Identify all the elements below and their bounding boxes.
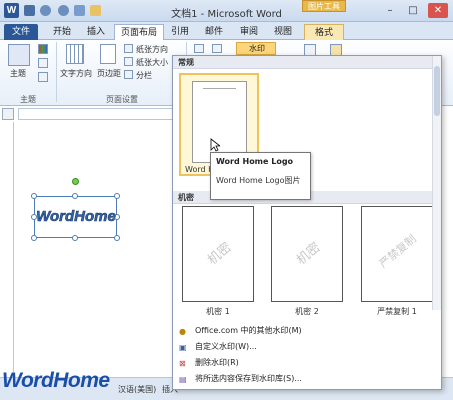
tab-home[interactable]: 开始 [46, 24, 78, 40]
save-to-gallery-menu-item[interactable]: ▤ 将所选内容保存到水印库(S)... [173, 372, 441, 386]
watermark-thumb-confidential-1[interactable]: 机密 [182, 206, 254, 302]
watermark-tooltip: Word Home Logo Word Home Logo图片 [210, 152, 311, 200]
tooltip-title: Word Home Logo [216, 157, 294, 166]
save-to-gallery-icon: ▤ [179, 375, 187, 384]
watermark-preview-text: 严禁复制 [376, 232, 419, 271]
tooltip-body: Word Home Logo图片 [216, 176, 301, 185]
resize-handle[interactable] [114, 193, 120, 199]
thumb-caption: 机密 1 [206, 307, 230, 316]
menu-item-label: 将所选内容保存到水印库(S)... [195, 374, 302, 383]
section-general-header: 常规 [173, 56, 441, 69]
more-watermarks-office-menu-item[interactable]: ● Office.com 中的其他水印(M) [173, 324, 441, 338]
tab-review[interactable]: 审阅 [234, 24, 264, 40]
vertical-ruler[interactable] [2, 122, 14, 372]
horizontal-ruler[interactable] [18, 108, 178, 120]
wordart-text[interactable]: WordHome [36, 208, 116, 226]
size-icon[interactable] [124, 57, 133, 66]
custom-watermark-menu-item[interactable]: ▣ 自定义水印(W)... [173, 340, 441, 354]
tab-references[interactable]: 引用 [166, 24, 194, 40]
tab-file[interactable]: 文件 [4, 24, 38, 40]
remove-watermark-icon: ⊠ [179, 359, 186, 368]
language-status[interactable]: 汉语(美国) [118, 384, 156, 395]
resize-handle[interactable] [114, 235, 120, 241]
close-button[interactable]: ✕ [428, 3, 448, 18]
wordhome-logo: WordHome [2, 369, 110, 392]
tab-view[interactable]: 视图 [268, 24, 298, 40]
maximize-button[interactable]: □ [403, 3, 423, 18]
watermark-label: 水印 [249, 44, 265, 53]
document-canvas[interactable] [16, 122, 176, 372]
tab-mailings[interactable]: 邮件 [200, 24, 228, 40]
text-direction-label[interactable]: 文字方向 [60, 68, 92, 79]
rotation-handle[interactable] [72, 178, 79, 185]
group-themes-label: 主题 [20, 95, 36, 104]
office-bullet-icon: ● [179, 327, 186, 336]
orientation-label[interactable]: 纸张方向 [136, 44, 168, 55]
theme-effects-icon[interactable] [38, 72, 48, 82]
picture-tools-label: 图片工具 [302, 0, 346, 12]
group-page-setup-label: 页面设置 [106, 95, 138, 104]
theme-colors-icon[interactable] [38, 44, 48, 54]
gallery-scrollbar[interactable] [432, 56, 441, 310]
text-direction-icon[interactable] [66, 44, 84, 64]
ribbon-tabs: 文件 开始 插入 页面布局 引用 邮件 审阅 视图 格式 [0, 22, 453, 40]
tab-insert[interactable]: 插入 [80, 24, 112, 40]
watermark-thumb-confidential-2[interactable]: 机密 [271, 206, 343, 302]
scrollbar-thumb[interactable] [434, 66, 440, 116]
resize-handle[interactable] [31, 193, 37, 199]
custom-watermark-icon: ▣ [179, 343, 187, 352]
thumb-caption: 严禁复制 1 [377, 307, 417, 316]
columns-icon[interactable] [124, 70, 133, 79]
group-divider [56, 42, 57, 102]
menu-item-label: Office.com 中的其他水印(M) [195, 326, 302, 335]
margins-label[interactable]: 页边距 [97, 68, 121, 79]
watermark-button[interactable]: 水印 [236, 42, 276, 55]
thumb-caption: 机密 2 [295, 307, 319, 316]
watermark-thumb-no-copy-1[interactable]: 严禁复制 [361, 206, 433, 302]
resize-handle[interactable] [72, 193, 78, 199]
size-label[interactable]: 纸张大小 [136, 57, 168, 68]
margins-icon[interactable] [100, 44, 116, 64]
page-borders-icon[interactable] [212, 44, 222, 53]
orientation-icon[interactable] [124, 44, 133, 53]
minimize-button[interactable]: – [380, 3, 400, 18]
mouse-cursor-icon [210, 138, 220, 152]
themes-label[interactable]: 主题 [10, 68, 26, 79]
menu-item-label: 删除水印(R) [195, 358, 239, 367]
page-color-icon[interactable] [194, 44, 204, 53]
thumb-header-line [203, 88, 236, 89]
tab-format[interactable]: 格式 [304, 24, 344, 40]
resize-handle[interactable] [31, 235, 37, 241]
columns-label[interactable]: 分栏 [136, 70, 152, 81]
tab-page-layout[interactable]: 页面布局 [114, 24, 164, 40]
theme-fonts-icon[interactable] [38, 58, 48, 68]
themes-icon[interactable] [8, 44, 30, 66]
resize-handle[interactable] [72, 235, 78, 241]
watermark-gallery: 常规 Word H 机密 机密 机密 1 机密 机密 2 严禁复制 严禁复制 1… [172, 55, 442, 390]
watermark-preview-text: 机密 [204, 239, 235, 269]
menu-item-label: 自定义水印(W)... [195, 342, 257, 351]
watermark-preview-text: 机密 [293, 239, 324, 269]
title-bar: W 文档1 - Microsoft Word 图片工具 – □ ✕ [0, 0, 453, 22]
remove-watermark-menu-item[interactable]: ⊠ 删除水印(R) [173, 356, 441, 370]
ruler-toggle-icon[interactable] [2, 108, 14, 120]
